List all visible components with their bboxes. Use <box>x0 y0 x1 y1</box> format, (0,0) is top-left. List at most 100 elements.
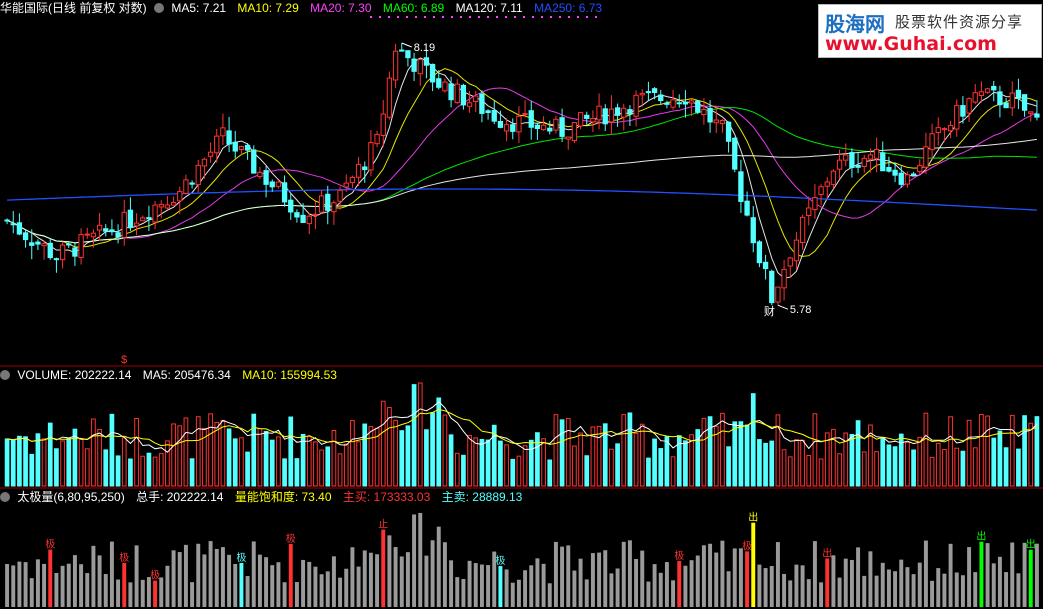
volume-bar-down <box>732 421 738 487</box>
taiji-bar <box>54 572 59 607</box>
taiji-bar <box>794 564 799 607</box>
candle-down <box>325 193 331 211</box>
candle-up <box>966 98 972 114</box>
taiji-bar <box>800 565 805 607</box>
candle-down <box>627 109 633 115</box>
volume-bar-down <box>627 412 633 487</box>
candle-up <box>1009 92 1015 109</box>
volume-bar-down <box>269 439 275 487</box>
candle-up <box>954 104 960 130</box>
volume-bar-down <box>479 439 485 487</box>
volume-bar-up <box>276 436 281 487</box>
taiji-bar <box>856 547 861 607</box>
taiji-bar <box>831 555 836 607</box>
taiji-bar <box>368 552 373 607</box>
taiji-bar <box>97 555 102 607</box>
signal-bar <box>288 544 293 607</box>
candle-up <box>719 119 726 125</box>
candle-up <box>917 165 923 173</box>
top-dot-marker <box>595 16 597 18</box>
taiji-bar <box>270 565 275 607</box>
taiji-bar <box>134 545 139 607</box>
taiji-bar <box>220 547 225 607</box>
volume-bar-up <box>78 438 84 487</box>
volume-bar-up <box>177 425 183 487</box>
taiji-bar <box>658 572 663 607</box>
candle-down <box>436 78 442 88</box>
candle-up <box>318 195 325 213</box>
low-price-label: 5.78 <box>790 304 811 316</box>
volume-bar-up <box>473 437 479 487</box>
taiji-bar <box>868 551 873 607</box>
candle-down <box>491 110 497 122</box>
candle-up <box>923 146 929 168</box>
candle-up <box>195 164 201 186</box>
signal-label: 极 <box>495 554 505 567</box>
candle-down <box>744 200 750 216</box>
volume-bar-up <box>380 400 386 487</box>
candle-up <box>177 191 183 202</box>
volume-bar-down <box>892 446 898 487</box>
candle-up <box>812 197 818 211</box>
taiji-bar <box>640 550 645 607</box>
taiji-bar <box>79 564 84 607</box>
taiji-bar <box>165 565 170 607</box>
candle-down <box>115 232 121 238</box>
volume-bar-up <box>775 414 781 487</box>
taiji-bar <box>535 558 540 607</box>
candle-down <box>1015 89 1022 99</box>
candle-down <box>16 222 23 235</box>
top-dot-marker <box>559 16 561 18</box>
signal-bar <box>48 549 53 607</box>
top-dot-marker <box>469 16 471 18</box>
candle-up <box>158 203 164 208</box>
candle-down <box>960 105 966 117</box>
candle-down <box>738 171 744 202</box>
candle-up <box>522 113 528 116</box>
taiji-bar <box>523 570 528 607</box>
candle-down <box>682 101 689 105</box>
ma60-line <box>6 107 1037 244</box>
volume-bar-down <box>547 459 553 487</box>
volume-bar-down <box>498 440 503 487</box>
volume-bar-up <box>442 414 448 487</box>
candle-down <box>281 182 288 203</box>
candle-up <box>836 159 843 170</box>
taiji-bar <box>837 577 842 607</box>
volume-bar-up <box>812 413 818 487</box>
candle-down <box>72 247 78 257</box>
top-dot-marker <box>496 16 498 18</box>
volume-bar-down <box>325 446 331 487</box>
signal-bar <box>825 558 830 607</box>
signal-label: 极 <box>150 569 160 582</box>
taiji-bar <box>960 575 965 607</box>
top-dot-marker <box>550 16 552 18</box>
candle-up <box>929 133 935 151</box>
volume-bar-down <box>66 438 72 487</box>
volume-bar-down <box>1022 415 1027 487</box>
taiji-bar <box>233 563 238 607</box>
taiji-bar <box>183 544 188 607</box>
volume-bar-up <box>1009 414 1015 487</box>
taiji-bar <box>264 557 269 607</box>
taiji-bar <box>486 565 491 607</box>
top-dot-marker <box>541 16 543 18</box>
taiji-bar <box>738 548 743 607</box>
candle-up <box>670 99 676 108</box>
candle-up <box>843 154 849 161</box>
signal-bar <box>751 522 756 607</box>
candle-up <box>503 124 510 132</box>
top-dot-marker <box>397 16 399 18</box>
taiji-bar <box>806 579 811 607</box>
signal-bar <box>1028 549 1033 607</box>
candle-down <box>251 149 257 174</box>
taiji-bar <box>578 558 583 607</box>
taiji-bar <box>720 540 725 607</box>
taiji-bar <box>880 562 885 607</box>
price-annotations: 8.19 5.78 财 $ <box>121 42 811 366</box>
candle-up <box>861 157 867 167</box>
candle-down <box>29 242 35 246</box>
signal-bar <box>153 580 158 607</box>
signal-label: 极 <box>45 538 55 551</box>
candle-down <box>1021 94 1028 111</box>
